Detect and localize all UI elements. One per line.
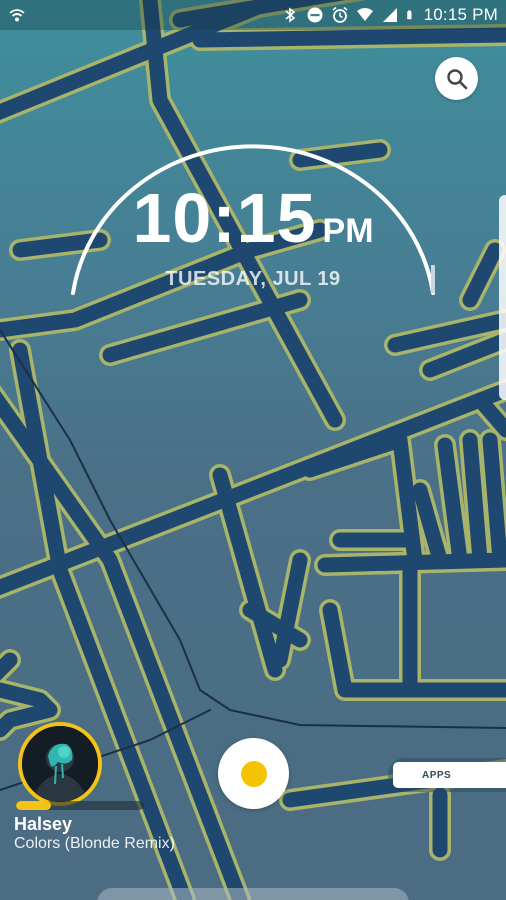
clock-date: TUESDAY, JUL 19 <box>165 268 341 290</box>
edge-panel-handle[interactable] <box>499 195 506 400</box>
bottom-drawer-handle[interactable] <box>97 888 409 900</box>
album-art[interactable] <box>18 722 102 806</box>
song-title: Colors (Blonde Remix) <box>14 835 175 852</box>
wifi-call-icon <box>9 9 25 22</box>
apps-button[interactable]: APPS <box>393 762 506 788</box>
battery-icon <box>406 10 412 20</box>
music-progress-fill <box>16 801 51 810</box>
unlock-dot-icon <box>240 760 267 787</box>
bluetooth-icon <box>285 7 295 23</box>
unlock-button[interactable] <box>218 738 289 809</box>
clock-time[interactable]: 10:15 PM <box>0 178 506 258</box>
status-bar: 10:15 PM <box>0 0 506 30</box>
signal-icon <box>382 8 397 22</box>
status-time: 10:15 PM <box>423 5 498 24</box>
alarm-icon <box>332 6 348 23</box>
do-not-disturb-icon <box>307 7 323 23</box>
search-button[interactable] <box>435 57 478 100</box>
album-cover-image <box>22 726 98 802</box>
search-icon <box>446 68 467 89</box>
clock-ampm: PM <box>322 212 374 250</box>
song-artist: Halsey <box>14 814 73 834</box>
wifi-icon <box>356 8 373 21</box>
clock-hours-minutes: 10:15 <box>132 179 317 257</box>
music-progress-bar[interactable] <box>16 801 144 810</box>
